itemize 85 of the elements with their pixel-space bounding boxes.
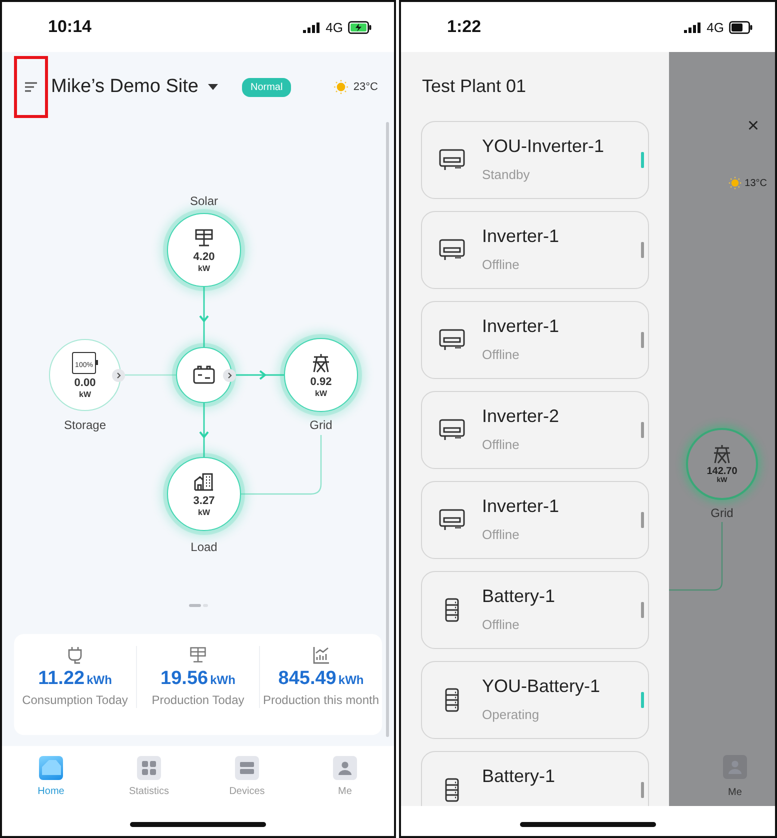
menu-icon <box>25 82 37 92</box>
inverter-icon <box>438 508 466 532</box>
stat-label: Production Today <box>152 693 244 708</box>
hub-node[interactable] <box>176 347 232 403</box>
home-tab-icon <box>39 756 63 780</box>
network-label: 4G <box>706 20 724 34</box>
device-name: YOU-Inverter-1 <box>482 136 604 157</box>
nav-tab[interactable]: Me <box>723 755 747 798</box>
close-button[interactable]: × <box>747 116 759 136</box>
sun-icon <box>728 176 742 190</box>
plug-icon <box>66 646 84 664</box>
status-time: 10:14 <box>48 17 92 37</box>
device-name: Inverter-1 <box>482 496 560 517</box>
device-card[interactable]: Battery-1 Offline <box>421 571 649 649</box>
chevron-icon <box>116 372 122 378</box>
highlighted-menu-button[interactable] <box>14 56 48 118</box>
solar-panel-icon <box>194 228 214 248</box>
device-card[interactable]: Inverter-1 Offline <box>421 211 649 289</box>
device-card[interactable]: Inverter-2 Offline <box>421 391 649 469</box>
node-label: Storage <box>64 418 106 432</box>
device-card[interactable]: Inverter-1 Offline <box>421 481 649 559</box>
node-label: Solar <box>190 194 218 208</box>
device-card[interactable]: YOU-Battery-1 Operating <box>421 661 649 739</box>
status-badge: Normal <box>242 78 291 96</box>
node-value: 142.70 <box>706 466 738 477</box>
temperature: 13°C <box>744 178 767 188</box>
device-status: Operating <box>482 707 540 722</box>
transmission-tower-icon <box>712 444 732 464</box>
node-value: 4.20 <box>193 250 215 262</box>
devices-tab-icon <box>235 756 259 780</box>
stat-label: Production this month <box>262 693 380 708</box>
inverter-icon <box>438 148 466 172</box>
caret-icon[interactable] <box>208 84 218 90</box>
chart-icon <box>312 646 330 664</box>
sun-icon <box>333 79 350 95</box>
node-label: Grid <box>710 506 734 520</box>
transmission-tower-icon <box>311 352 331 372</box>
site-name[interactable]: Mike’s Demo Site <box>51 76 198 98</box>
inverter-icon <box>438 328 466 352</box>
inverter-icon <box>438 238 466 262</box>
node-value: 0.00 <box>74 376 96 388</box>
stat-label: Consumption Today <box>22 693 128 708</box>
node-label: Load <box>190 540 218 554</box>
temperature: 23°C <box>353 81 378 93</box>
node-unit: kW <box>315 388 327 398</box>
node-unit: kW <box>198 508 210 516</box>
status-time: 1:22 <box>447 17 482 37</box>
solar-panel-icon <box>189 646 207 664</box>
node-value: 0.92 <box>310 376 332 388</box>
node-unit: kW <box>79 390 91 398</box>
stat-value: 845.49 kWh <box>278 668 364 690</box>
device-name: YOU-Battery-1 <box>482 676 600 697</box>
network-label: 4G <box>326 20 343 34</box>
connector-line <box>669 522 723 591</box>
device-card[interactable]: YOU-Inverter-1 Standby <box>421 121 649 199</box>
device-name: Inverter-1 <box>482 226 560 247</box>
device-name: Battery-1 <box>482 586 556 607</box>
device-status: Offline <box>482 437 520 452</box>
device-name: Inverter-1 <box>482 316 560 337</box>
device-status: Offline <box>482 527 520 542</box>
statistics-tab-icon <box>137 756 161 780</box>
node-unit: kW <box>198 264 210 272</box>
device-status: Standby <box>482 167 531 182</box>
stat-value: 19.56 kWh <box>160 668 236 690</box>
me-tab-icon <box>723 755 747 779</box>
node-label: Grid <box>310 418 332 432</box>
node-value: 3.27 <box>193 494 215 506</box>
device-status: Offline <box>482 257 520 272</box>
device-status: Offline <box>482 617 520 632</box>
inverter-icon <box>438 418 466 442</box>
signal-icon <box>302 22 321 32</box>
energy-node[interactable]: 0.92 kW <box>284 338 358 412</box>
inverter-battery-icon <box>192 365 216 385</box>
energy-node[interactable]: 4.20 kW <box>167 213 241 287</box>
energy-node[interactable]: 3.27 kW <box>167 457 241 531</box>
device-name: Battery-1 <box>482 766 556 787</box>
device-card[interactable]: Inverter-1 Offline <box>421 301 649 379</box>
device-status: Offline <box>482 347 520 362</box>
signal-icon <box>684 22 702 32</box>
drawer-title: Test Plant 01 <box>421 76 528 97</box>
me-tab-icon <box>333 756 357 780</box>
building-icon <box>194 472 214 492</box>
stat-value: 11.22 kWh <box>38 668 112 690</box>
device-name: Inverter-2 <box>482 406 560 427</box>
chevron-icon <box>226 372 232 378</box>
